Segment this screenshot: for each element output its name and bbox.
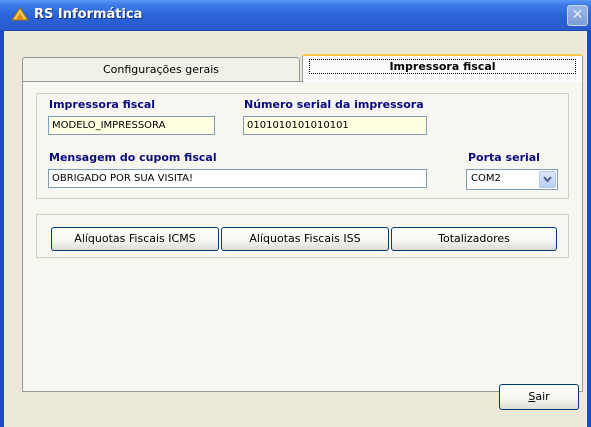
impressora-input[interactable]: MODELO_IMPRESSORA: [48, 116, 215, 135]
close-icon: ✕: [571, 7, 584, 23]
impressora-label: Impressora fiscal: [49, 98, 156, 111]
window-frame-right: [587, 30, 591, 427]
dropdown-button[interactable]: [539, 171, 556, 188]
window-frame-left: [0, 30, 4, 427]
title-bar[interactable]: RS Informática ✕: [0, 0, 591, 31]
sair-button[interactable]: Sair: [499, 384, 579, 410]
serial-input[interactable]: 0101010101010101: [243, 116, 427, 135]
tab-label: Impressora fiscal: [389, 60, 496, 73]
mensagem-input[interactable]: OBRIGADO POR SUA VISITA!: [48, 169, 427, 188]
aliquotas-iss-button[interactable]: Alíquotas Fiscais ISS: [221, 227, 389, 251]
tab-focus-rect: Impressora fiscal: [309, 59, 576, 74]
chevron-down-icon: [543, 176, 552, 183]
aliquotas-icms-button[interactable]: Alíquotas Fiscais ICMS: [51, 227, 219, 251]
tab-configuracoes-gerais[interactable]: Configurações gerais: [22, 57, 300, 81]
tab-impressora-fiscal[interactable]: Impressora fiscal: [302, 54, 583, 82]
app-icon: [11, 7, 29, 21]
porta-select[interactable]: COM2: [466, 169, 558, 190]
sair-label: air: [535, 390, 550, 403]
mensagem-label: Mensagem do cupom fiscal: [49, 151, 217, 164]
porta-label: Porta serial: [468, 151, 540, 164]
window-title: RS Informática: [34, 7, 143, 22]
porta-value: COM2: [471, 173, 501, 184]
tab-label: Configurações gerais: [102, 63, 220, 76]
totalizadores-button[interactable]: Totalizadores: [391, 227, 557, 251]
close-button[interactable]: ✕: [567, 5, 588, 26]
serial-label: Número serial da impressora: [244, 98, 424, 111]
